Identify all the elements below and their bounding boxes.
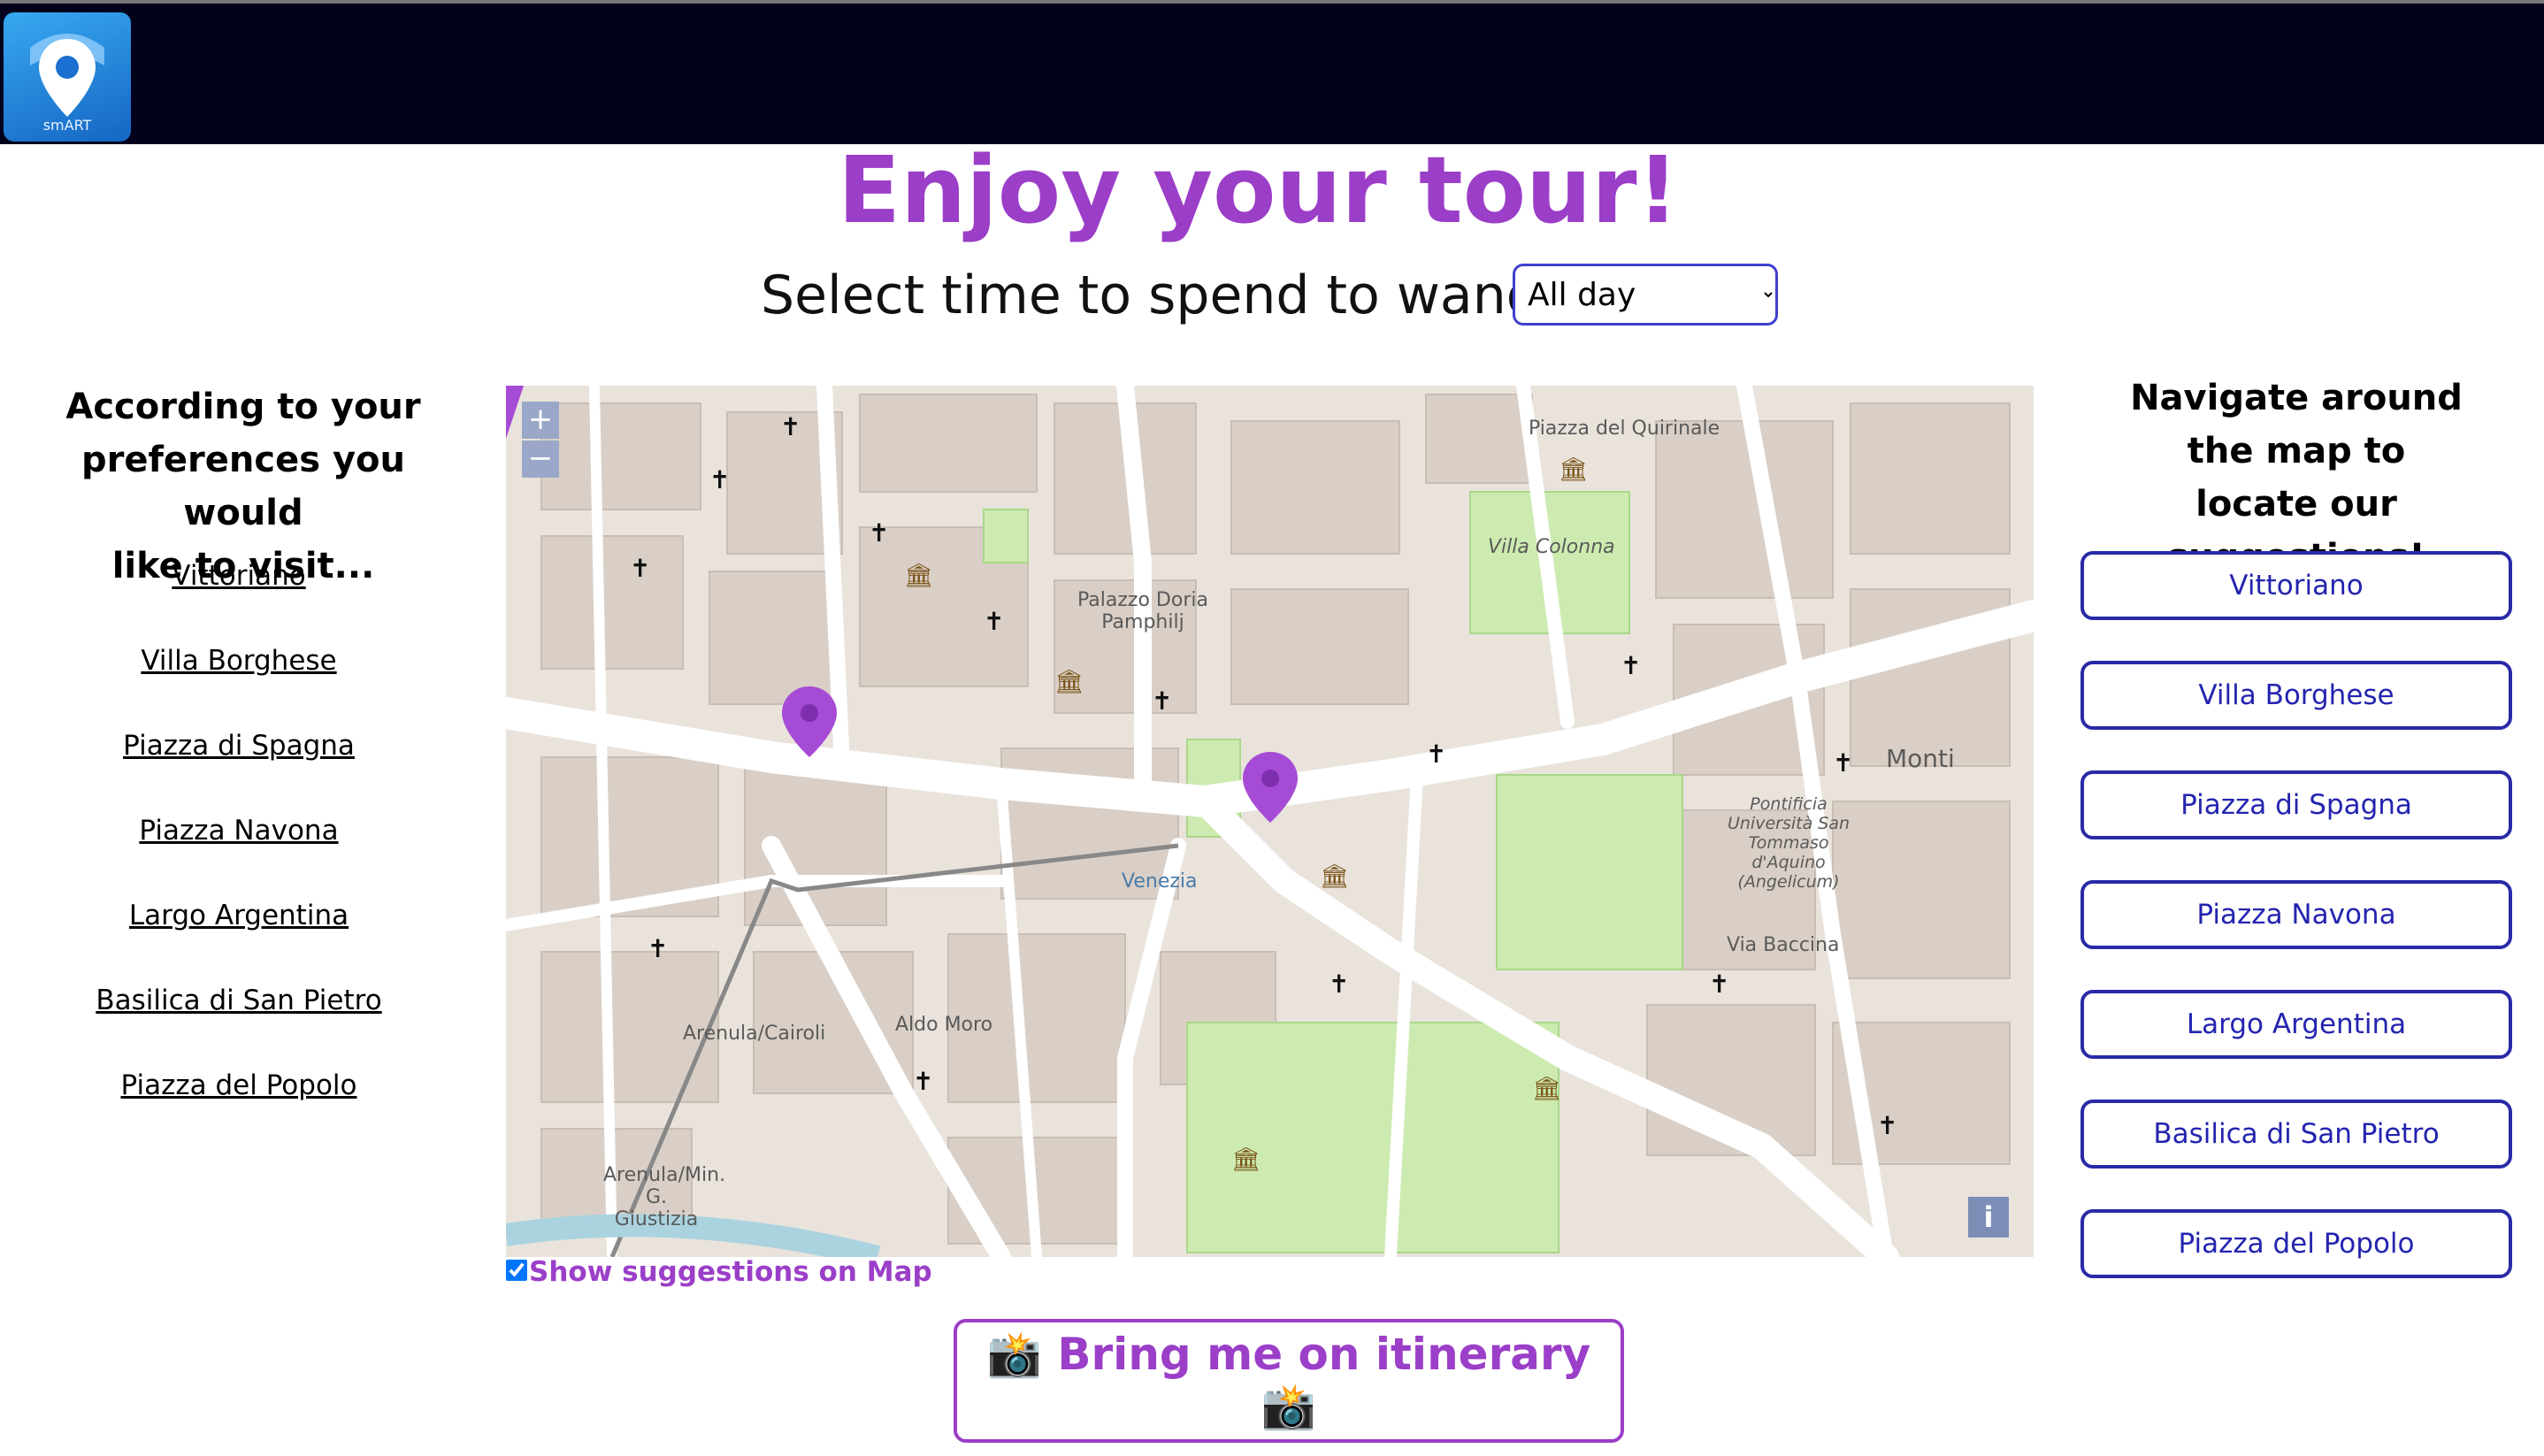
logo-text: smART [42,117,92,134]
navigate-button-piazza-navona[interactable]: Piazza Navona [2080,880,2512,949]
show-suggestions-label[interactable]: Show suggestions on Map [529,1256,932,1288]
suggestion-link-vittoriano[interactable]: Vittoriano [35,560,442,592]
time-select-dropdown[interactable]: All day [1513,264,1778,326]
map-label: Palazzo Doria Pamphilj [1077,589,1208,633]
church-icon: ✝ [1877,1111,1898,1140]
suggestion-link-villa-borghese[interactable]: Villa Borghese [35,645,442,677]
church-icon: ✝ [984,607,1005,636]
suggestion-link-piazza-del-popolo[interactable]: Piazza del Popolo [35,1069,442,1101]
church-icon: ✝ [1833,748,1854,778]
bring-me-on-itinerary-button[interactable]: 📸 Bring me on itinerary 📸 [954,1319,1624,1443]
map-zoom-out-button[interactable]: − [522,441,559,478]
map-label: Piazza del Quirinale [1529,418,1720,440]
navigate-button-largo-argentina[interactable]: Largo Argentina [2080,990,2512,1059]
page-title: Enjoy your tour! [838,136,1679,244]
church-icon: ✝ [709,465,731,494]
top-navbar: smART [0,0,2544,144]
church-icon: ✝ [647,934,669,963]
museum-icon: 🏛 [904,563,934,589]
map-info-button[interactable]: i [1968,1197,2009,1238]
map-label: Arenula/Cairoli [683,1023,826,1045]
map-label: Aldo Moro [895,1014,993,1036]
navigate-button-vittoriano[interactable]: Vittoriano [2080,551,2512,620]
map-label: Pontificia Università San Tommaso d'Aqui… [1727,794,1851,892]
navigate-button-villa-borghese[interactable]: Villa Borghese [2080,661,2512,730]
time-selector-label: Select time to spend to wander [761,264,1595,326]
church-icon: ✝ [913,1067,934,1096]
museum-icon: 🏛 [1320,863,1350,890]
map-zoom-in-button[interactable]: + [522,402,559,439]
map-label: Monti [1886,744,1955,773]
museum-icon: 🏛 [1231,1146,1261,1173]
church-icon: ✝ [1152,686,1173,716]
app-logo[interactable]: smART [4,12,131,142]
map-label: Arenula/Min. G. Giustizia [603,1164,726,1230]
map-view[interactable]: + − ✝ ✝ ✝ ✝ ✝ ✝ ✝ ✝ ✝ ✝ ✝ ✝ ✝ ✝ 🏛 🏛 🏛 🏛 … [506,386,2034,1257]
church-icon: ✝ [1709,969,1730,999]
museum-icon: 🏛 [1559,456,1589,483]
map-label: Venezia [1122,870,1198,893]
museum-icon: 🏛 [1054,669,1084,695]
suggestion-link-basilica-di-san-pietro[interactable]: Basilica di San Pietro [35,985,442,1016]
church-icon: ✝ [780,412,801,441]
navigate-heading-line: Navigate around [2130,378,2463,418]
church-icon: ✝ [869,518,890,548]
map-label: Via Baccina [1727,934,1840,956]
time-selector-row: Select time to spend to wander All day [0,262,2544,333]
church-icon: ✝ [1329,969,1350,999]
suggestions-heading-line: preferences you would [81,440,405,533]
church-icon: ✝ [1621,651,1642,680]
suggestion-link-piazza-navona[interactable]: Piazza Navona [35,815,442,847]
show-suggestions-checkbox[interactable] [506,1260,527,1281]
suggestions-heading-line: According to your [65,387,421,427]
map-label: Villa Colonna [1488,536,1615,558]
navigate-button-basilica-di-san-pietro[interactable]: Basilica di San Pietro [2080,1100,2512,1169]
suggestion-link-largo-argentina[interactable]: Largo Argentina [35,900,442,931]
church-icon: ✝ [630,554,651,583]
navigate-heading-line: the map to [2187,431,2406,471]
navigate-button-piazza-di-spagna[interactable]: Piazza di Spagna [2080,770,2512,839]
museum-icon: 🏛 [1532,1076,1562,1102]
suggestion-link-piazza-di-spagna[interactable]: Piazza di Spagna [35,730,442,762]
navigate-button-piazza-del-popolo[interactable]: Piazza del Popolo [2080,1209,2512,1278]
church-icon: ✝ [1426,739,1447,769]
